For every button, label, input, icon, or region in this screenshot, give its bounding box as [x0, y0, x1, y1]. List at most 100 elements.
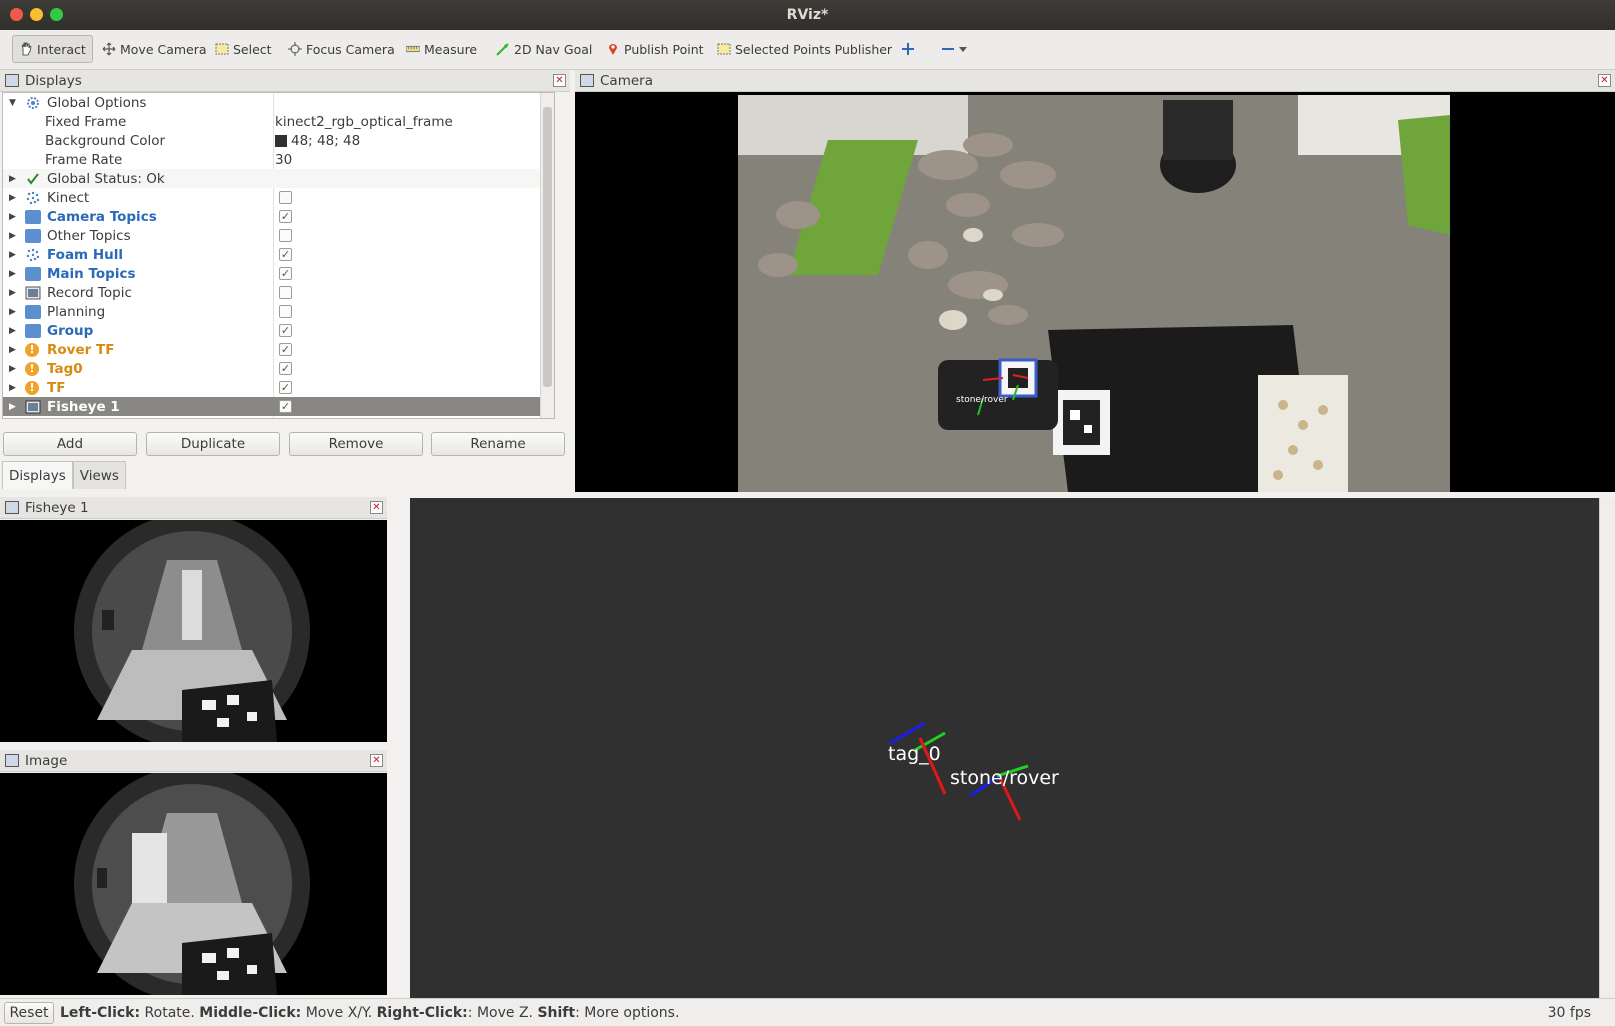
tree-row-rover-tf[interactable]: ▶ ! Rover TF ✓ [3, 340, 541, 359]
tree-row-foam-hull[interactable]: ▶ Foam Hull ✓ [3, 245, 541, 264]
main-topics-checkbox[interactable]: ✓ [279, 267, 292, 280]
expand-arrow-icon[interactable]: ▶ [9, 383, 19, 393]
add-tool-button[interactable] [895, 35, 921, 63]
tab-displays[interactable]: Displays [2, 461, 73, 489]
tool-select[interactable]: Select [209, 35, 278, 63]
group-checkbox[interactable]: ✓ [279, 324, 292, 337]
tree-row-tf[interactable]: ▶ ! TF ✓ [3, 378, 541, 397]
record-topic-label: Record Topic [47, 284, 132, 301]
tag0-checkbox[interactable]: ✓ [279, 362, 292, 375]
camera-close-button[interactable]: ✕ [1598, 74, 1611, 87]
tree-row-main-topics[interactable]: ▶ Main Topics ✓ [3, 264, 541, 283]
remove-display-button[interactable]: Remove [289, 432, 423, 456]
image-view[interactable] [0, 773, 387, 995]
panel-tabs: Displays Views [2, 461, 126, 489]
expand-arrow-icon[interactable]: ▶ [9, 402, 19, 412]
tool-focus-camera[interactable]: Focus Camera [282, 35, 401, 63]
tool-interact[interactable]: Interact [12, 35, 93, 63]
planning-checkbox[interactable] [279, 305, 292, 318]
kinect-checkbox[interactable] [279, 191, 292, 204]
tree-row-global-status[interactable]: ▶ Global Status: Ok [3, 169, 541, 188]
foam-hull-checkbox[interactable]: ✓ [279, 248, 292, 261]
tree-row-camera-topics[interactable]: ▶ Camera Topics ✓ [3, 207, 541, 226]
fps-counter: 30 fps [1547, 1004, 1591, 1021]
remove-tool-button[interactable] [935, 35, 973, 63]
check-icon [27, 172, 39, 185]
camera-view[interactable]: stone/rover [575, 92, 1615, 492]
rover-tf-checkbox[interactable]: ✓ [279, 343, 292, 356]
tree-row-fisheye-1[interactable]: ▶ Fisheye 1 ✓ [3, 397, 541, 416]
expand-arrow-icon[interactable]: ▶ [9, 345, 19, 355]
tool-measure[interactable]: Measure [400, 35, 483, 63]
add-display-button[interactable]: Add [3, 432, 137, 456]
kinect-label: Kinect [47, 189, 90, 206]
toolbar: Interact Move Camera Select Focus Camera… [0, 30, 1615, 70]
expand-arrow-icon[interactable]: ▶ [9, 307, 19, 317]
tool-2d-nav-goal[interactable]: 2D Nav Goal [490, 35, 598, 63]
3d-scene: tag_0 stone/rover [888, 721, 1059, 821]
fisheye-view[interactable] [0, 520, 387, 742]
minus-icon [942, 48, 954, 50]
expand-arrow-icon[interactable]: ▶ [9, 250, 19, 260]
fisheye-1-checkbox[interactable]: ✓ [279, 400, 292, 413]
expand-arrow-icon[interactable]: ▶ [9, 269, 19, 279]
warning-icon: ! [25, 380, 39, 395]
pointcloud-icon [26, 248, 40, 261]
tree-row-other-topics[interactable]: ▶ Other Topics [3, 226, 541, 245]
tree-row-record-topic[interactable]: ▶ Record Topic [3, 283, 541, 302]
3d-render-view[interactable]: tag_0 stone/rover [410, 498, 1600, 998]
expand-arrow-icon[interactable]: ▶ [9, 212, 19, 222]
tree-row-frame-rate[interactable]: Frame Rate 30 [3, 150, 541, 169]
tree-row-planning[interactable]: ▶ Planning [3, 302, 541, 321]
record-topic-checkbox[interactable] [279, 286, 292, 299]
expand-arrow-icon[interactable]: ▼ [9, 98, 19, 108]
tree-row-fixed-frame[interactable]: Fixed Frame kinect2_rgb_optical_frame [3, 112, 541, 131]
nav-goal-arrow-icon [496, 43, 509, 56]
fisheye-image [72, 520, 312, 742]
tree-row-global-options[interactable]: ▼ Global Options [3, 93, 541, 112]
reset-button[interactable]: Reset [4, 1001, 54, 1024]
tab-views[interactable]: Views [72, 461, 126, 489]
tf-checkbox[interactable]: ✓ [279, 381, 292, 394]
tree-row-background-color[interactable]: Background Color 48; 48; 48 [3, 131, 541, 150]
tree-row-group[interactable]: ▶ Group ✓ [3, 321, 541, 340]
tool-selected-points-publisher[interactable]: Selected Points Publisher [711, 35, 898, 63]
rename-display-button[interactable]: Rename [431, 432, 565, 456]
displays-tree[interactable]: ▼ Global Options Fixed Frame kinect2_rgb… [2, 92, 555, 419]
tool-measure-label: Measure [424, 41, 478, 57]
image-icon [25, 400, 41, 413]
fixed-frame-value[interactable]: kinect2_rgb_optical_frame [275, 114, 453, 130]
tool-move-camera[interactable]: Move Camera [96, 35, 213, 63]
warning-icon: ! [25, 342, 39, 357]
tool-select-label: Select [233, 41, 272, 57]
background-color-value[interactable]: 48; 48; 48 [275, 133, 360, 149]
image-close-button[interactable]: ✕ [370, 754, 383, 767]
displays-close-button[interactable]: ✕ [553, 74, 566, 87]
tool-publish-point[interactable]: Publish Point [600, 35, 710, 63]
displays-scrollbar[interactable] [540, 93, 554, 418]
image-icon [25, 286, 41, 299]
frame-rate-value[interactable]: 30 [275, 152, 292, 168]
rover-tf-label: Rover TF [47, 341, 115, 358]
window-title: RViz* [786, 7, 829, 23]
other-topics-checkbox[interactable] [279, 229, 292, 242]
image-display [72, 773, 312, 995]
expand-arrow-icon[interactable]: ▶ [9, 364, 19, 374]
map-pin-icon [609, 44, 617, 55]
tree-row-kinect[interactable]: ▶ Kinect [3, 188, 541, 207]
expand-arrow-icon[interactable]: ▶ [9, 231, 19, 241]
tree-row-tag0[interactable]: ▶ ! Tag0 ✓ [3, 359, 541, 378]
displays-panel-header: Displays ✕ [0, 70, 570, 92]
pointcloud-icon [26, 191, 40, 204]
expand-arrow-icon[interactable]: ▶ [9, 288, 19, 298]
expand-arrow-icon[interactable]: ▶ [9, 193, 19, 203]
expand-arrow-icon[interactable]: ▶ [9, 174, 19, 184]
camera-image: stone/rover [738, 95, 1450, 492]
3d-view-scrollbar[interactable] [1599, 498, 1615, 998]
scrollbar-thumb[interactable] [543, 107, 552, 387]
camera-topics-checkbox[interactable]: ✓ [279, 210, 292, 223]
duplicate-display-button[interactable]: Duplicate [146, 432, 280, 456]
fisheye-close-button[interactable]: ✕ [370, 501, 383, 514]
color-swatch[interactable] [275, 134, 287, 147]
expand-arrow-icon[interactable]: ▶ [9, 326, 19, 336]
